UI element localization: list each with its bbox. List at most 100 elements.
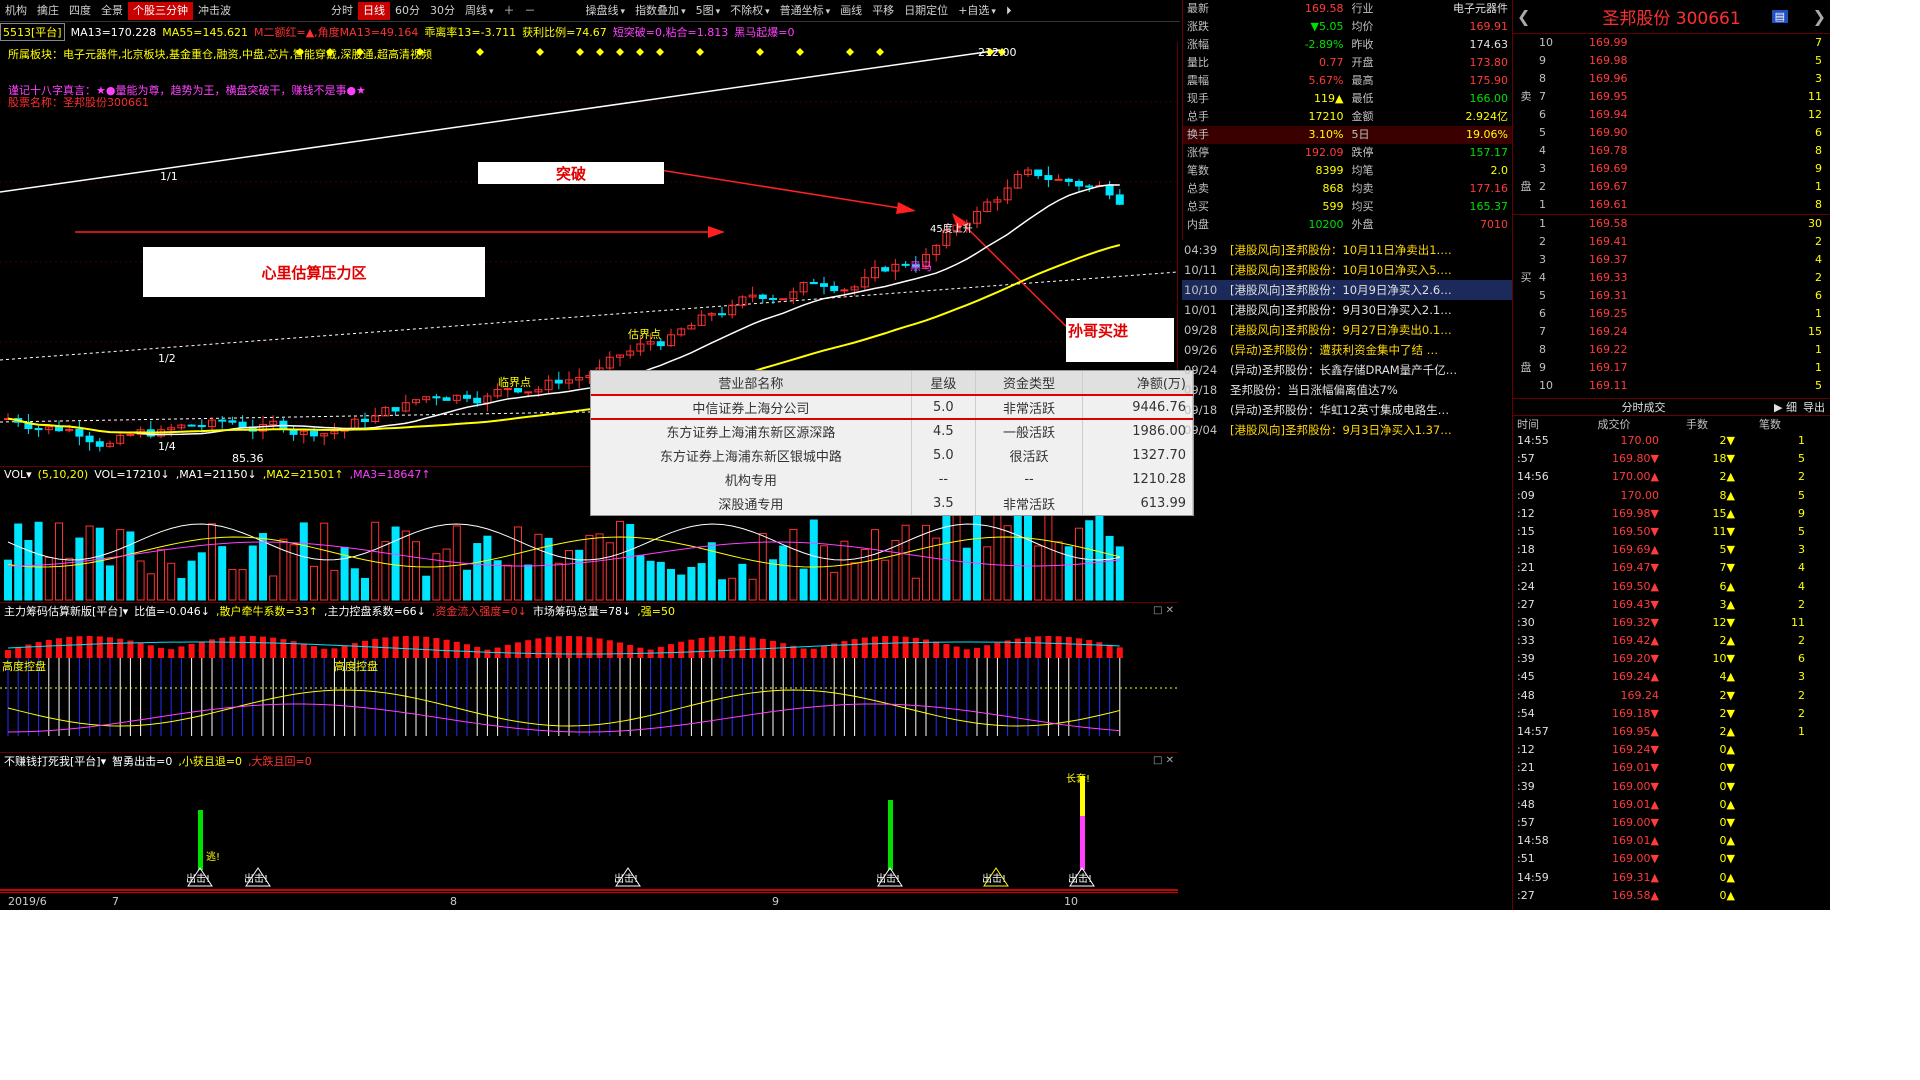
volume-bar	[667, 568, 675, 601]
broker-row[interactable]: 东方证券上海浦东新区源深路 4.5 一般活跃 1986.00	[591, 419, 1193, 443]
book-level[interactable]: 10 169.99 7	[1513, 34, 1830, 52]
book-level[interactable]: 8 169.22 1	[1513, 341, 1830, 359]
broker-row[interactable]: 机构专用 -- -- 1210.28	[591, 467, 1193, 491]
period-fenshi[interactable]: 分时	[326, 2, 358, 20]
ticks-detail-button[interactable]: ▶ 细	[1774, 399, 1797, 415]
candle-body	[758, 294, 767, 299]
book-level[interactable]: 3 169.37 4	[1513, 251, 1830, 269]
tb-jigou[interactable]: 机构	[0, 2, 32, 20]
prev-stock-icon[interactable]: ❮	[1517, 7, 1530, 26]
tb-qinzhuang[interactable]: 擒庄	[32, 2, 64, 20]
candle-body	[442, 397, 451, 401]
book-level[interactable]: 盘 9 169.17 1	[1513, 359, 1830, 377]
indicator1-red-bar	[739, 636, 746, 658]
book-level[interactable]: 卖 7 169.95 11	[1513, 88, 1830, 106]
news-item[interactable]: 04:39 [港股风向]圣邦股份：10月11日净卖出1.…	[1182, 240, 1512, 260]
news-item[interactable]: 09/18 圣邦股份：当日涨幅偏离值达7%	[1182, 380, 1512, 400]
plus-icon[interactable]: ＋	[499, 2, 520, 20]
collapse-icon[interactable]: ⏵	[1001, 2, 1017, 20]
tb-caopanxian[interactable]: 操盘线	[581, 2, 631, 20]
volume-bar	[167, 562, 176, 601]
broker-amount: 1327.70	[1082, 443, 1193, 467]
book-level[interactable]: 7 169.24 15	[1513, 323, 1830, 341]
quote-label: 均卖	[1351, 182, 1374, 195]
tb-no-exright[interactable]: 不除权	[725, 2, 775, 20]
tb-chongjibo[interactable]: 冲击波	[193, 2, 236, 20]
tick-time: :24	[1517, 579, 1535, 593]
indicator2-selector[interactable]: 不赚钱打死我[平台]▾	[4, 753, 106, 769]
tb-5-charts[interactable]: 5图	[691, 2, 726, 20]
tb-pan[interactable]: 平移	[867, 2, 899, 20]
book-level[interactable]: 5 169.31 6	[1513, 287, 1830, 305]
book-level[interactable]: 盘 2 169.67 1	[1513, 178, 1830, 196]
book-level[interactable]: 4 169.78 8	[1513, 142, 1830, 160]
period-daily[interactable]: 日线	[358, 1, 390, 20]
broker-table: 营业部名称 星级 资金类型 净额(万) 中信证券上海分公司 5.0 非常活跃 9446…	[590, 370, 1194, 516]
news-item[interactable]: 10/11 [港股风向]圣邦股份：10月10日净买入5.…	[1182, 260, 1512, 280]
tick-row: 14:57 169.95▲ 2▲ 1	[1513, 723, 1830, 741]
indicator1-red-bar	[902, 636, 909, 658]
news-item[interactable]: 09/24 (异动)圣邦股份：长鑫存储DRAM量产千亿…	[1182, 360, 1512, 380]
tb-coord[interactable]: 普通坐标	[775, 2, 836, 20]
news-item[interactable]: 09/18 (异动)圣邦股份：华虹12英寸集成电路生…	[1182, 400, 1512, 420]
period-60[interactable]: 60分	[390, 2, 425, 20]
tb-three-minute[interactable]: 个股三分钟	[128, 1, 193, 20]
book-level[interactable]: 3 169.69 9	[1513, 160, 1830, 178]
book-side-label	[1513, 215, 1539, 233]
news-item[interactable]: 09/28 [港股风向]圣邦股份：9月27日净卖出0.1…	[1182, 320, 1512, 340]
indicator1-red-bar	[1014, 638, 1021, 658]
tick-time: :57	[1517, 452, 1535, 466]
tick-volume: 0▲	[1719, 870, 1735, 884]
candle-body	[718, 313, 726, 316]
quote-value: 17210	[1308, 110, 1344, 123]
news-item[interactable]: 10/10 [港股风向]圣邦股份：10月9日净买入2.6…	[1182, 280, 1512, 300]
broker-row[interactable]: 中信证券上海分公司 5.0 非常活跃 9446.76	[591, 394, 1193, 420]
period-weekly[interactable]: 周线	[460, 2, 499, 20]
candle-body	[1034, 169, 1043, 177]
book-level[interactable]: 8 169.96 3	[1513, 70, 1830, 88]
minus-icon[interactable]: －	[520, 2, 541, 20]
book-level[interactable]: 6 169.25 1	[1513, 305, 1830, 323]
info-icon[interactable]: ▤	[1771, 10, 1788, 23]
broker-row[interactable]: 深股通专用 3.5 非常活跃 613.99	[591, 491, 1193, 515]
tb-watchlist[interactable]: +自选	[953, 2, 1001, 20]
news-item[interactable]: 10/01 [港股风向]圣邦股份：9月30日净买入2.1…	[1182, 300, 1512, 320]
quote-row: 涨幅 -2.89% 昨收 174.63	[1183, 36, 1512, 54]
book-level[interactable]: 6 169.94 12	[1513, 106, 1830, 124]
book-level[interactable]: 2 169.41 2	[1513, 233, 1830, 251]
indicator1-red-bar	[678, 641, 685, 658]
quote-value: 166.00	[1469, 92, 1509, 105]
book-level[interactable]: 9 169.98 5	[1513, 52, 1830, 70]
tb-sidu[interactable]: 四度	[64, 2, 96, 20]
indicator1-selector[interactable]: 主力筹码估算新版[平台]▾	[4, 603, 128, 619]
panel-close-icon[interactable]: □ ✕	[1153, 605, 1174, 616]
book-side-label	[1513, 196, 1539, 214]
book-level[interactable]: 1 169.58 30	[1513, 215, 1830, 233]
ticks-export-button[interactable]: 导出	[1803, 399, 1825, 415]
news-date: 09/18	[1184, 403, 1218, 417]
indicator1-red-bar	[627, 644, 634, 658]
news-item[interactable]: 09/26 (异动)圣邦股份：遭获利资金集中了结 …	[1182, 340, 1512, 360]
quote-value: ▼5.05	[1310, 20, 1344, 33]
book-level[interactable]: 1 169.61 8	[1513, 196, 1830, 214]
tb-date-locate[interactable]: 日期定位	[899, 2, 953, 20]
tb-quanjing[interactable]: 全景	[96, 2, 128, 20]
book-qty: 8	[1815, 144, 1822, 157]
book-level[interactable]: 5 169.90 6	[1513, 124, 1830, 142]
book-level[interactable]: 10 169.11 5	[1513, 377, 1830, 395]
book-level[interactable]: 买 4 169.33 2	[1513, 269, 1830, 287]
tb-index-overlay[interactable]: 指数叠加	[630, 2, 691, 20]
tick-price: 169.31▲	[1612, 870, 1659, 884]
panel-close-icon-2[interactable]: □ ✕	[1153, 755, 1174, 766]
formula-selector[interactable]: 5513[平台]	[0, 23, 65, 41]
period-30[interactable]: 30分	[425, 2, 460, 20]
volume-selector[interactable]: VOL▾	[4, 468, 32, 481]
broker-row[interactable]: 东方证券上海浦东新区银城中路 5.0 很活跃 1327.70	[591, 443, 1193, 467]
next-stock-icon[interactable]: ❯	[1813, 7, 1826, 26]
quote-label: 涨幅	[1187, 38, 1209, 51]
top-toolbar: 机构 擒庄 四度 全景 个股三分钟 冲击波 分时 日线 60分 30分 周线 ＋…	[0, 0, 1180, 22]
tb-drawline[interactable]: 画线	[835, 2, 867, 20]
news-item[interactable]: 09/04 [港股风向]圣邦股份：9月3日净买入1.37…	[1182, 420, 1512, 440]
quote-label: 量比	[1187, 56, 1209, 69]
indicator1-red-bar	[1116, 647, 1123, 658]
